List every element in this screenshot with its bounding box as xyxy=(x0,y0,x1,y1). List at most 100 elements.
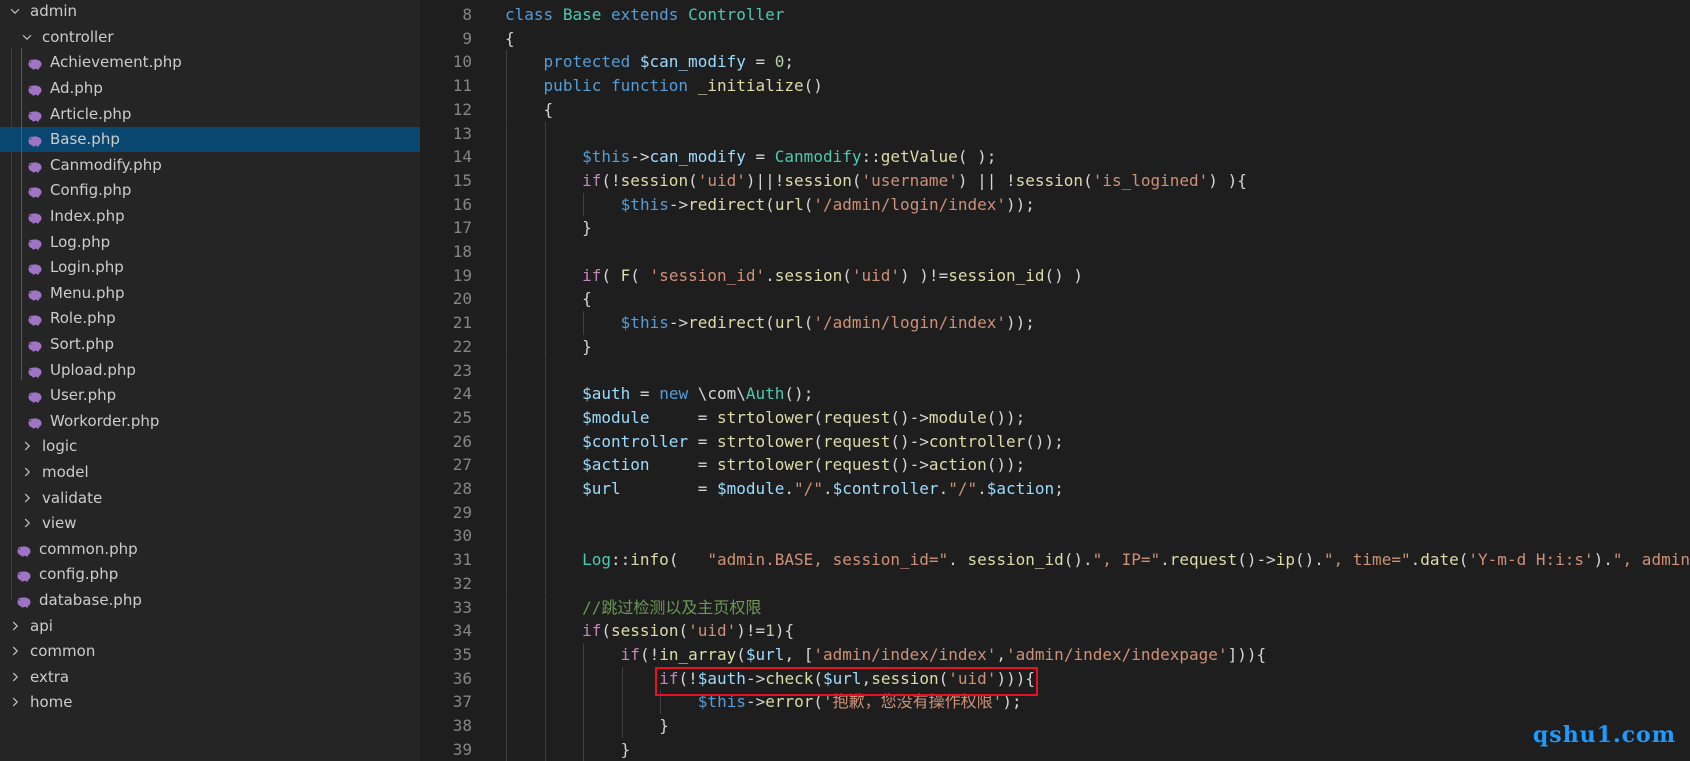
php-file-icon xyxy=(27,159,43,173)
folder-admin[interactable]: admin xyxy=(0,0,420,24)
tree-item-label: logic xyxy=(42,437,78,456)
code-line[interactable]: 18 xyxy=(420,240,1690,264)
code-line[interactable]: 15 if(!session('uid')||!session('username… xyxy=(420,168,1690,193)
code-line[interactable]: 37 $this->error('抱歉，您没有操作权限'); xyxy=(420,690,1690,714)
indent-guide xyxy=(544,571,546,596)
chevron-right-icon[interactable] xyxy=(20,491,36,505)
file-config-php[interactable]: config.php xyxy=(0,562,420,588)
code-token: ( xyxy=(765,194,775,214)
indent-guide xyxy=(544,121,546,146)
code-token: ( xyxy=(601,621,612,641)
code-line[interactable]: 10 protected $can_modify = 0; xyxy=(420,50,1690,75)
chevron-right-icon[interactable] xyxy=(8,619,24,633)
indent-guide xyxy=(544,642,546,667)
code-line[interactable]: 30 xyxy=(420,524,1690,549)
code-line[interactable]: 11 public function _initialize() xyxy=(420,74,1690,98)
file-achievement-php[interactable]: Achievement.php xyxy=(0,50,420,76)
code-editor[interactable]: 8 class Base extends Controller 9{10 protec… xyxy=(420,0,1690,761)
code-token: ( xyxy=(813,455,823,475)
code-line[interactable]: 22} xyxy=(420,334,1690,359)
code-line[interactable]: 9{ xyxy=(420,27,1690,51)
indent-guide xyxy=(506,358,507,383)
code-token: request xyxy=(822,407,891,427)
folder-api[interactable]: api xyxy=(0,613,420,639)
code-line[interactable]: 14 $this->can_modify = Canmodify::getValu… xyxy=(420,145,1690,169)
file-config-php[interactable]: Config.php xyxy=(0,178,420,204)
chevron-right-icon[interactable] xyxy=(8,695,24,709)
file-login-php[interactable]: Login.php xyxy=(0,255,420,281)
indent-guide xyxy=(506,145,507,169)
code-line[interactable]: 36 if(!$auth->check($url,session('uid')))… xyxy=(420,666,1690,691)
code-text: if( F( 'session_id'.session('uid') )!=se… xyxy=(582,264,1083,288)
code-token: 'uid' xyxy=(688,621,737,641)
file-upload-php[interactable]: Upload.php xyxy=(0,357,420,383)
code-line[interactable]: 13 xyxy=(420,121,1690,146)
chevron-down-icon[interactable] xyxy=(20,30,36,44)
code-line[interactable]: 28 $url = $module."/".$controller."/".$ac… xyxy=(420,477,1690,501)
code-line[interactable]: 23 xyxy=(420,358,1690,383)
code-text: } xyxy=(582,216,592,240)
code-token: \com\ xyxy=(688,384,746,404)
code-token: ( xyxy=(668,550,708,570)
file-canmodify-php[interactable]: Canmodify.php xyxy=(0,152,420,178)
php-file-icon xyxy=(27,287,43,301)
code-line[interactable]: 35 if(!in_array($url, ['admin/index/index… xyxy=(420,642,1690,667)
folder-model[interactable]: model xyxy=(0,459,420,485)
chevron-right-icon[interactable] xyxy=(20,465,36,479)
code-token: . xyxy=(938,479,949,498)
file-common-php[interactable]: common.php xyxy=(0,536,420,562)
code-line[interactable]: 8 class Base extends Controller xyxy=(420,3,1690,27)
code-line[interactable]: 31 Log::info( "admin.BASE, session_id=". … xyxy=(420,548,1690,572)
file-database-php[interactable]: database.php xyxy=(0,587,420,613)
code-token: url xyxy=(774,194,804,214)
code-line[interactable]: 19 if( F( 'session_id'.session('uid') )!=… xyxy=(420,263,1690,288)
code-line[interactable]: 24 $auth = new \com\Auth(); xyxy=(420,382,1690,406)
file-ad-php[interactable]: Ad.php xyxy=(0,75,420,101)
file-role-php[interactable]: Role.php xyxy=(0,306,420,332)
code-line[interactable]: 38} xyxy=(420,714,1690,738)
code-line[interactable]: 27 $action = strtolower(request()->action… xyxy=(420,453,1690,477)
line-number: 38 xyxy=(452,716,472,735)
folder-view[interactable]: view xyxy=(0,511,420,537)
chevron-down-icon[interactable] xyxy=(8,4,24,18)
chevron-right-icon[interactable] xyxy=(20,516,36,530)
folder-common[interactable]: common xyxy=(0,639,420,665)
chevron-right-icon[interactable] xyxy=(20,439,36,453)
file-article-php[interactable]: Article.php xyxy=(0,101,420,127)
chevron-right-icon[interactable] xyxy=(8,670,24,684)
folder-extra[interactable]: extra xyxy=(0,664,420,690)
file-menu-php[interactable]: Menu.php xyxy=(0,280,420,306)
code-line[interactable]: 29 xyxy=(420,500,1690,525)
folder-home[interactable]: home xyxy=(0,690,420,716)
code-token: = xyxy=(745,52,775,72)
code-line[interactable]: 21 $this->redirect(url('/admin/login/inde… xyxy=(420,311,1690,335)
code-line[interactable]: 12 { xyxy=(420,97,1690,122)
code-line[interactable]: 33 //跳过检测以及主页权限 xyxy=(420,595,1690,620)
chevron-right-icon[interactable] xyxy=(8,644,24,658)
code-line[interactable]: 26 $controller = strtolower(request()->co… xyxy=(420,429,1690,454)
code-line[interactable]: 34 if(session('uid')!=1){ xyxy=(420,619,1690,643)
file-sort-php[interactable]: Sort.php xyxy=(0,331,420,357)
file-log-php[interactable]: Log.php xyxy=(0,229,420,255)
folder-controller[interactable]: controller xyxy=(0,24,420,50)
code-token: request xyxy=(1169,550,1238,570)
indent-guide xyxy=(544,334,546,359)
code-text: { xyxy=(544,98,554,122)
file-index-php[interactable]: Index.php xyxy=(0,203,420,229)
code-line[interactable]: 16 $this->redirect(url('/admin/login/inde… xyxy=(420,192,1690,217)
file-base-php[interactable]: Base.php xyxy=(0,126,420,153)
code-line[interactable]: 32 xyxy=(420,571,1690,596)
code-token: . xyxy=(1410,550,1421,570)
code-line[interactable]: 39} xyxy=(420,737,1690,761)
file-user-php[interactable]: User.php xyxy=(0,383,420,409)
code-text: } xyxy=(621,738,631,761)
code-line[interactable]: 25 $module = strtolower(request()->module… xyxy=(420,405,1690,430)
file-explorer: admin controller Achievement.php Ad.php Arti… xyxy=(0,0,420,761)
folder-validate[interactable]: validate xyxy=(0,485,420,511)
folder-logic[interactable]: logic xyxy=(0,434,420,460)
code-line[interactable]: 17} xyxy=(420,216,1690,240)
file-workorder-php[interactable]: Workorder.php xyxy=(0,408,420,434)
code-line[interactable]: 20 { xyxy=(420,287,1690,312)
tree-item-label: Base.php xyxy=(50,130,120,149)
indent-guide xyxy=(544,737,546,761)
